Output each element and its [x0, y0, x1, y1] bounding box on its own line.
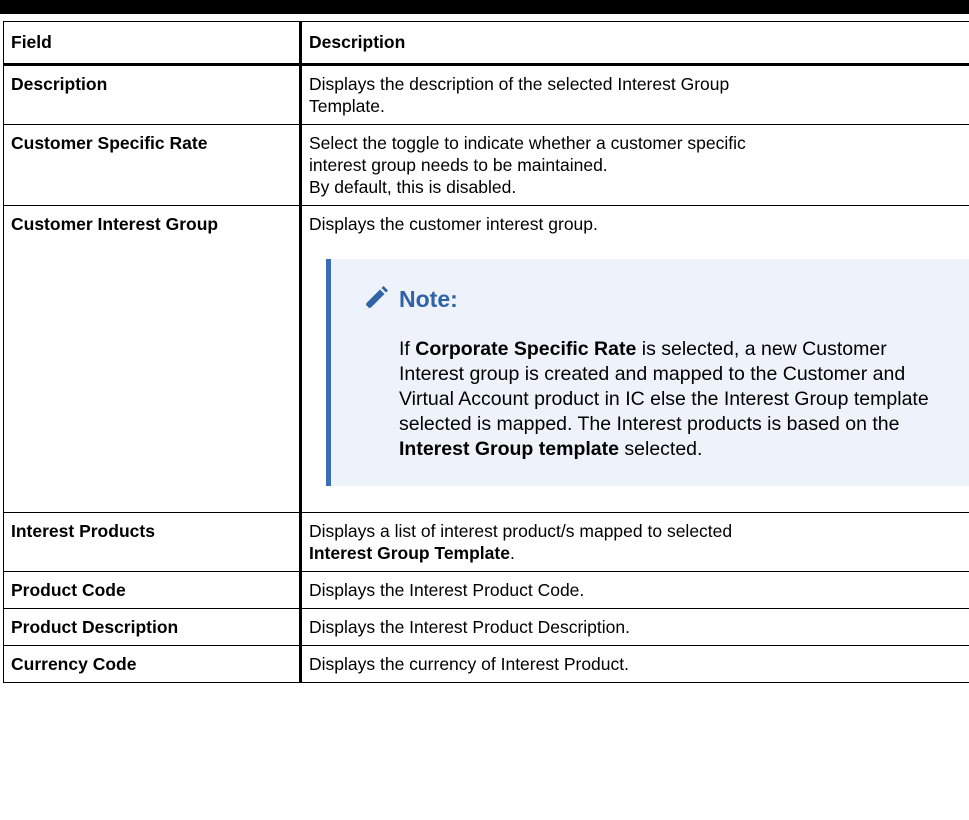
field-name: Description: [3, 64, 302, 125]
description-line: By default, this is disabled.: [309, 177, 517, 197]
table-row: Product Description Displays the Interes…: [3, 608, 969, 646]
table-header-row: Field Description: [3, 21, 969, 66]
field-description: Select the toggle to indicate whether a …: [300, 124, 969, 206]
field-description: Displays the currency of Interest Produc…: [300, 645, 969, 683]
note-text-part: If: [399, 338, 416, 360]
description-line: Displays a list of interest product/s ma…: [309, 521, 733, 541]
table-row: Currency Code Displays the currency of I…: [3, 645, 969, 683]
field-description: Displays the description of the selected…: [300, 64, 969, 125]
description-line: Displays the customer interest group.: [309, 214, 598, 234]
field-description: Displays the Interest Product Code.: [300, 571, 969, 609]
description-line: Displays the description of the selected…: [309, 74, 730, 94]
field-name: Currency Code: [3, 645, 302, 683]
note-title: Note:: [399, 286, 458, 312]
table-row: Product Code Displays the Interest Produ…: [3, 571, 969, 609]
header-field: Field: [3, 21, 302, 66]
field-name: Product Code: [3, 571, 302, 609]
field-name: Product Description: [3, 608, 302, 646]
description-line: Select the toggle to indicate whether a …: [309, 133, 746, 153]
table-row: Interest Products Displays a list of int…: [3, 512, 969, 572]
note-header: Note:: [361, 285, 951, 313]
table-row: Customer Interest Group Displays the cus…: [3, 205, 969, 513]
field-description: Displays the customer interest group. No…: [300, 205, 969, 513]
note-box: Note: If Corporate Specific Rate is sele…: [326, 259, 969, 486]
field-description: Displays a list of interest product/s ma…: [300, 512, 969, 572]
description-line: Template.: [309, 96, 385, 116]
note-bold-text: Corporate Specific Rate: [415, 338, 637, 360]
field-name: Interest Products: [3, 512, 302, 572]
field-name: Customer Interest Group: [3, 205, 302, 513]
description-line: interest group needs to be maintained.: [309, 155, 608, 175]
top-rule: [0, 0, 969, 14]
field-name: Customer Specific Rate: [3, 124, 302, 206]
description-bold-text: Interest Group Template: [309, 543, 510, 563]
note-text: If Corporate Specific Rate is selected, …: [399, 337, 951, 462]
header-description: Description: [300, 21, 969, 66]
field-description-table: Field Description Description Displays t…: [3, 21, 969, 683]
description-line: .: [509, 543, 515, 563]
pencil-icon: [361, 285, 389, 313]
note-bold-text: Interest Group template: [399, 438, 619, 460]
table-row: Customer Specific Rate Select the toggle…: [3, 124, 969, 206]
field-description: Displays the Interest Product Descriptio…: [300, 608, 969, 646]
table-row: Description Displays the description of …: [3, 64, 969, 125]
note-text-part: selected.: [618, 438, 703, 460]
